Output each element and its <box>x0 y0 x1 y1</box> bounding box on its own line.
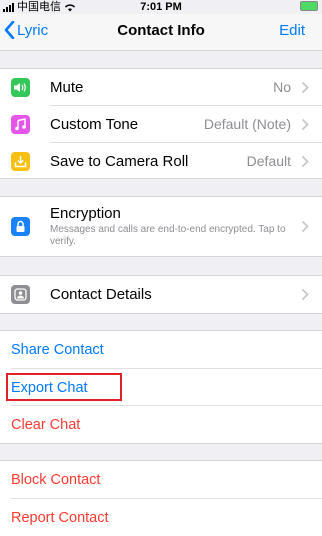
save-camera-roll-value: Default <box>247 153 291 169</box>
block-contact-button[interactable]: Block Contact <box>11 472 100 488</box>
speaker-icon <box>11 78 30 97</box>
chevron-right-icon <box>301 81 309 94</box>
status-bar: 中国电信 7:01 PM <box>0 0 322 14</box>
chevron-right-icon <box>301 118 309 131</box>
clear-chat-row[interactable]: Clear Chat <box>0 406 322 444</box>
back-button[interactable]: Lyric <box>4 21 48 39</box>
chat-settings-group: Mute No Custom Tone Default (Note) Save … <box>0 68 322 179</box>
save-camera-roll-row[interactable]: Save to Camera Roll Default <box>0 143 322 180</box>
status-time: 7:01 PM <box>0 0 322 14</box>
page-title: Contact Info <box>0 22 322 39</box>
custom-tone-value: Default (Note) <box>204 116 291 132</box>
chevron-right-icon <box>301 155 309 168</box>
mute-row[interactable]: Mute No <box>0 69 322 106</box>
encryption-row[interactable]: Encryption Messages and calls are end-to… <box>0 197 322 256</box>
edit-button[interactable]: Edit <box>279 22 305 39</box>
music-note-icon <box>11 115 30 134</box>
export-chat-row[interactable]: Export Chat <box>0 369 322 407</box>
back-label: Lyric <box>17 22 48 39</box>
encryption-group: Encryption Messages and calls are end-to… <box>0 196 322 257</box>
lock-icon <box>11 217 30 236</box>
share-contact-button[interactable]: Share Contact <box>11 342 104 358</box>
navigation-bar: Lyric Contact Info Edit <box>0 14 322 51</box>
battery-charging-icon <box>300 1 318 11</box>
contact-details-label: Contact Details <box>50 286 152 303</box>
encryption-description: Messages and calls are end-to-end encryp… <box>50 224 286 248</box>
chevron-right-icon <box>301 220 309 233</box>
save-camera-roll-label: Save to Camera Roll <box>50 153 188 170</box>
clear-chat-button[interactable]: Clear Chat <box>11 417 80 433</box>
contact-details-group: Contact Details <box>0 275 322 314</box>
export-chat-button[interactable]: Export Chat <box>11 380 88 396</box>
encryption-label: Encryption <box>50 205 121 222</box>
contact-details-row[interactable]: Contact Details <box>0 276 322 313</box>
chevron-right-icon <box>301 288 309 301</box>
block-contact-row[interactable]: Block Contact <box>0 461 322 499</box>
mute-value: No <box>273 79 291 95</box>
custom-tone-label: Custom Tone <box>50 116 138 133</box>
moderation-group: Block Contact Report Contact <box>0 460 322 536</box>
chat-actions-group: Share Contact Export Chat Clear Chat <box>0 330 322 444</box>
download-icon <box>11 152 30 171</box>
report-contact-button[interactable]: Report Contact <box>11 510 109 526</box>
report-contact-row[interactable]: Report Contact <box>0 499 322 536</box>
mute-label: Mute <box>50 79 83 96</box>
share-contact-row[interactable]: Share Contact <box>0 331 322 369</box>
contact-card-icon <box>11 285 30 304</box>
custom-tone-row[interactable]: Custom Tone Default (Note) <box>0 106 322 143</box>
chevron-left-icon <box>4 21 15 39</box>
